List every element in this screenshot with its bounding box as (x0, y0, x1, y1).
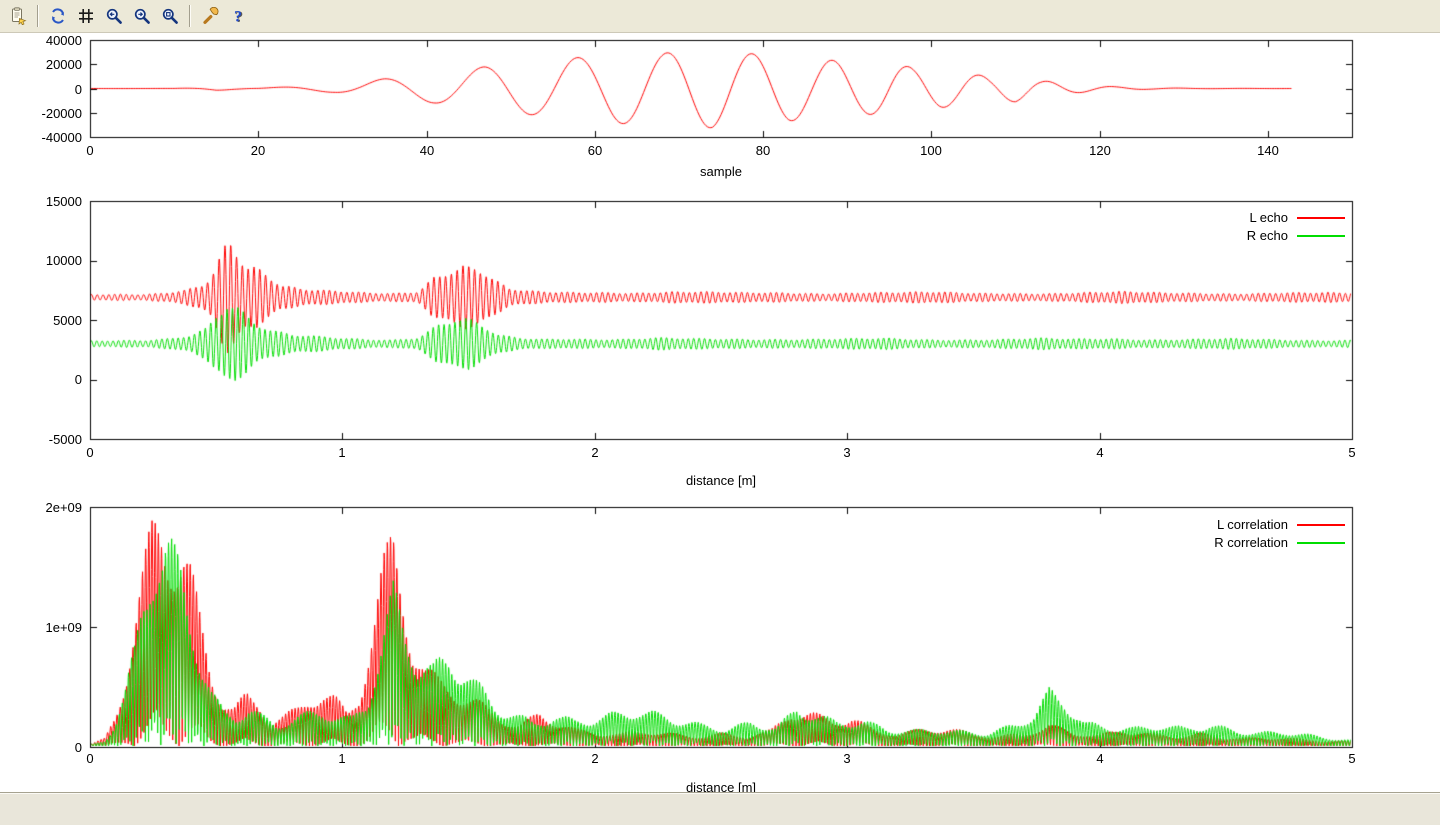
clipboard-copy-icon (9, 7, 27, 25)
refresh-icon (49, 7, 67, 25)
toggle-grid-button[interactable] (73, 3, 99, 29)
previous-zoom-button[interactable] (101, 3, 127, 29)
toolbar-separator (189, 5, 191, 27)
svg-text:?: ? (234, 8, 242, 25)
autoscale-button[interactable] (157, 3, 183, 29)
configure-button[interactable] (197, 3, 223, 29)
help-icon: ? ? (229, 7, 247, 25)
next-zoom-button[interactable] (129, 3, 155, 29)
wrench-icon (201, 7, 219, 25)
grid-icon (77, 7, 95, 25)
zoom-next-icon (133, 7, 151, 25)
plot-canvas[interactable] (0, 0, 1440, 825)
status-bar (0, 792, 1440, 825)
zoom-previous-icon (105, 7, 123, 25)
help-button[interactable]: ? ? (225, 3, 251, 29)
replot-button[interactable] (45, 3, 71, 29)
toolbar: ? ? (0, 0, 1440, 33)
toolbar-separator (37, 5, 39, 27)
gnuplot-window: { "colors":{ "series_red":"#ff0000", "se… (0, 0, 1440, 825)
copy-to-clipboard-button[interactable] (5, 3, 31, 29)
zoom-autoscale-icon (161, 7, 179, 25)
